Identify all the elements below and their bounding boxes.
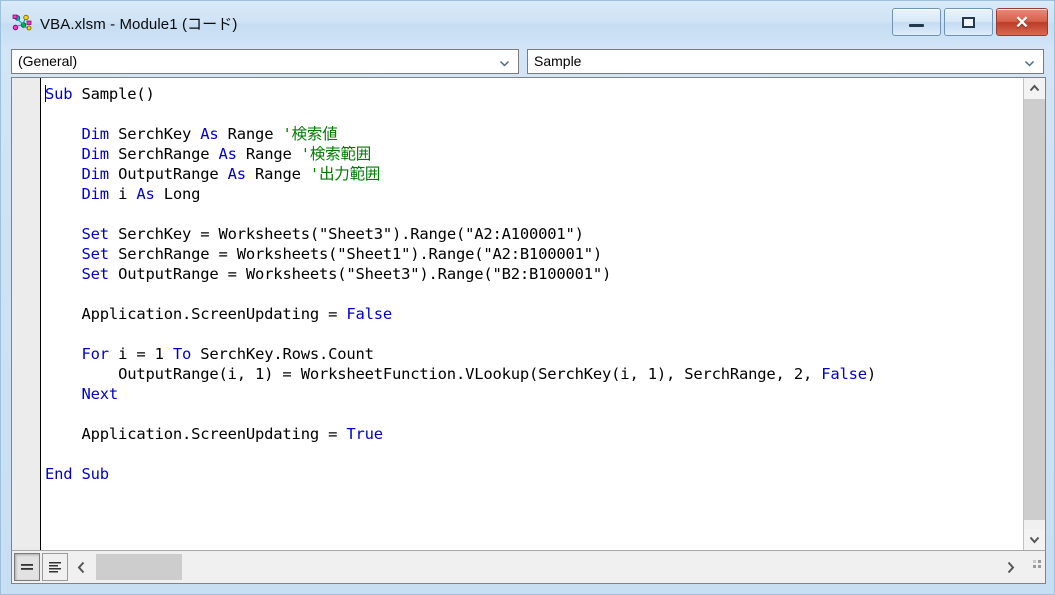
text-caret (45, 85, 46, 102)
code-keyword: Dim (81, 125, 110, 143)
procedure-dropdown[interactable]: Sample (527, 48, 1044, 74)
full-module-view-icon (49, 562, 61, 573)
code-keyword: Sub (45, 85, 73, 103)
code-keyword: Set (81, 225, 110, 243)
code-window-statusbar (11, 550, 1046, 584)
code-keyword: Dim (81, 185, 110, 203)
vertical-scroll-track[interactable] (1024, 99, 1045, 529)
vertical-scroll-thumb[interactable] (1024, 99, 1045, 521)
code-keyword: End Sub (45, 465, 109, 483)
chevron-left-icon (77, 561, 84, 573)
code-keyword: For (81, 345, 110, 363)
scroll-left-button[interactable] (68, 551, 94, 583)
code-window-dropdowns: (General) Sample (1, 45, 1054, 77)
close-icon: ✕ (1014, 12, 1030, 32)
code-keyword: Set (81, 265, 110, 283)
code-keyword: As (218, 145, 237, 163)
code-comment: '出力範囲 (309, 165, 381, 183)
minimize-icon (909, 24, 924, 27)
code-keyword: Dim (81, 165, 110, 183)
code-comment: '検索範囲 (300, 145, 372, 163)
minimize-button[interactable] (892, 8, 941, 36)
code-comment: '検索値 (282, 125, 338, 143)
full-module-view-button[interactable] (42, 553, 68, 581)
chevron-down-icon (1024, 56, 1035, 67)
code-text[interactable]: Sub Sample() Dim SerchKey As Range '検索値 … (41, 78, 1023, 484)
code-editor[interactable]: Sub Sample() Dim SerchKey As Range '検索値 … (41, 78, 1023, 550)
chevron-up-icon (1029, 84, 1040, 92)
chevron-down-icon (499, 56, 510, 67)
window-title: VBA.xlsm - Module1 (コード) (40, 15, 238, 33)
object-dropdown-value: (General) (18, 53, 78, 69)
chevron-right-icon (1007, 561, 1014, 573)
window-bottom-padding (1, 584, 1054, 594)
procedure-view-button[interactable] (14, 553, 40, 581)
scroll-right-button[interactable] (997, 551, 1023, 583)
code-keyword: Dim (81, 145, 110, 163)
resize-grip-icon[interactable] (1023, 551, 1045, 583)
vba-module-icon (11, 12, 33, 34)
horizontal-scroll-track[interactable] (94, 551, 997, 583)
code-keyword: False (821, 365, 867, 383)
scroll-up-button[interactable] (1024, 78, 1045, 99)
scroll-down-button[interactable] (1024, 529, 1045, 550)
procedure-view-icon (21, 564, 33, 570)
margin-indicator-bar[interactable] (12, 78, 41, 550)
code-keyword: Set (81, 245, 110, 263)
vba-editor-window: VBA.xlsm - Module1 (コード) ✕ (General) Sam… (0, 0, 1055, 595)
maximize-button[interactable] (944, 8, 993, 36)
close-button[interactable]: ✕ (996, 8, 1048, 36)
vertical-scrollbar[interactable] (1023, 78, 1045, 550)
horizontal-scroll-thumb[interactable] (96, 554, 182, 580)
title-bar: VBA.xlsm - Module1 (コード) ✕ (1, 1, 1054, 45)
code-keyword: Next (81, 385, 119, 403)
code-keyword: True (346, 425, 383, 443)
code-pane: Sub Sample() Dim SerchKey As Range '検索値 … (11, 77, 1046, 550)
code-keyword: False (346, 305, 393, 323)
window-controls: ✕ (892, 8, 1048, 36)
object-dropdown[interactable]: (General) (11, 48, 519, 74)
code-keyword: As (200, 125, 219, 143)
code-keyword: As (227, 165, 246, 183)
procedure-dropdown-value: Sample (534, 53, 582, 69)
code-keyword: As (136, 185, 155, 203)
chevron-down-icon (1029, 536, 1040, 544)
maximize-icon (962, 16, 975, 28)
code-keyword: To (172, 345, 192, 363)
